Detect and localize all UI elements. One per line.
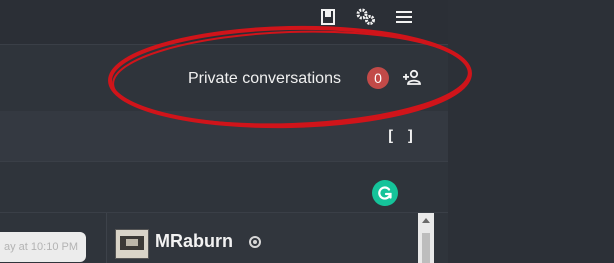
scroll-up-arrow-icon[interactable] bbox=[422, 218, 430, 223]
message-timestamp: ay at 10:10 PM bbox=[0, 232, 86, 262]
expand-brackets-button[interactable]: [ ] bbox=[386, 127, 416, 145]
private-conversations-count-badge: 0 bbox=[367, 67, 389, 89]
bookmark-icon[interactable] bbox=[318, 7, 338, 27]
status-icon bbox=[249, 236, 261, 248]
user-card[interactable]: MRaburn bbox=[106, 213, 419, 263]
chat-panel: Private conversations 0 [ ] ay at 10:10 … bbox=[0, 0, 448, 263]
scroll-thumb[interactable] bbox=[422, 233, 430, 263]
panel-header-row: [ ] bbox=[0, 111, 448, 162]
settings-icon[interactable] bbox=[356, 7, 376, 27]
messages-area: ay at 10:10 PM MRaburn bbox=[0, 213, 448, 263]
add-user-icon[interactable] bbox=[402, 67, 422, 87]
right-panel bbox=[448, 0, 614, 263]
grammarly-icon[interactable] bbox=[372, 180, 398, 206]
private-conversations-row[interactable]: Private conversations 0 bbox=[0, 45, 448, 112]
grammarly-row bbox=[0, 162, 448, 213]
top-toolbar bbox=[0, 0, 448, 45]
private-conversations-label[interactable]: Private conversations bbox=[188, 70, 341, 88]
scrollbar[interactable] bbox=[418, 213, 434, 263]
username[interactable]: MRaburn bbox=[155, 231, 233, 252]
toolbar-icons bbox=[318, 7, 414, 27]
avatar[interactable] bbox=[115, 229, 149, 259]
menu-icon[interactable] bbox=[394, 7, 414, 27]
